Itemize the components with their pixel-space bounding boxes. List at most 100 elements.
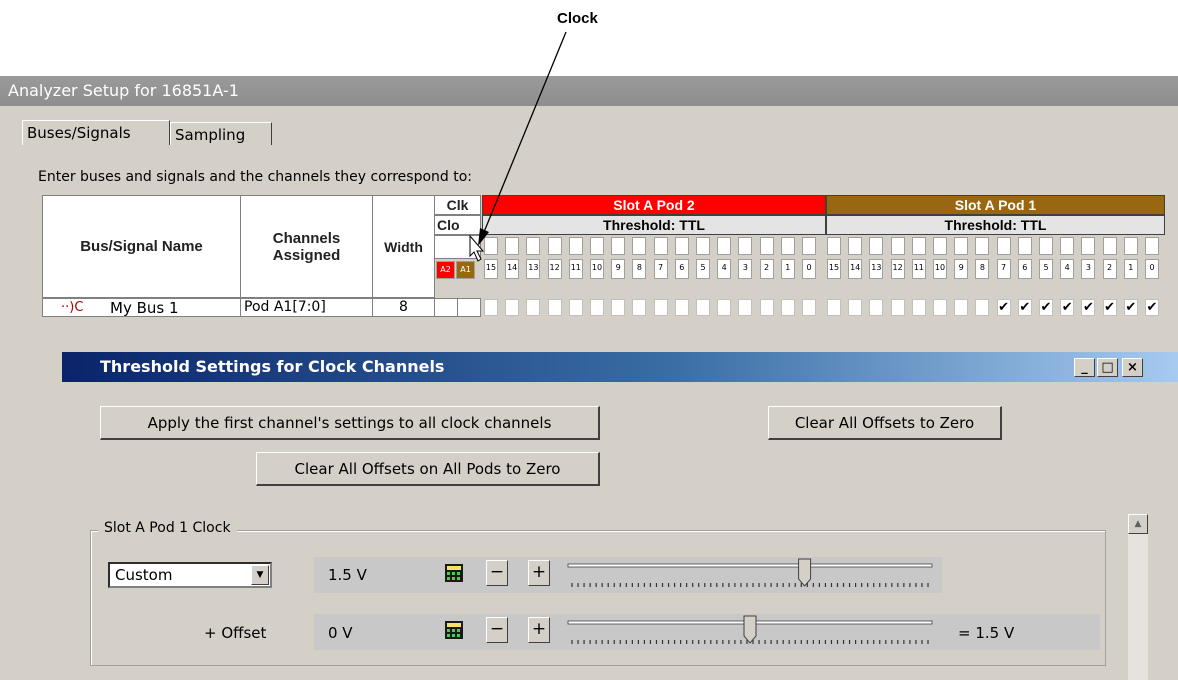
row-clk-a2[interactable]	[434, 298, 458, 317]
pod2-channel-checkbox[interactable]	[674, 299, 689, 316]
pod2-channel-blank	[653, 237, 668, 255]
clear-offsets-button[interactable]: Clear All Offsets to Zero	[768, 406, 1002, 440]
threshold-increment-button[interactable]: +	[528, 560, 550, 586]
pod1-channel-checkbox[interactable]	[827, 299, 841, 316]
pod2-channel-number: 9	[611, 259, 626, 279]
pod2-channel-blank	[738, 237, 753, 255]
row-bus-name-cell[interactable]: ··)C My Bus 1	[42, 298, 241, 317]
pod1-channel-checkbox[interactable]: ✔	[1102, 299, 1117, 316]
pod1-channel-checkbox[interactable]	[869, 299, 884, 316]
threshold-decrement-button[interactable]: −	[486, 560, 508, 586]
close-icon[interactable]: ×	[1122, 358, 1143, 377]
pod1-channel-checkbox[interactable]: ✔	[1145, 299, 1159, 316]
offset-increment-button[interactable]: +	[528, 617, 550, 643]
pod1-channel-blank	[827, 237, 841, 255]
pod1-channel-checkbox[interactable]	[848, 299, 863, 316]
pod1-channel-blank	[848, 237, 863, 255]
minimize-icon[interactable]: _	[1074, 358, 1095, 377]
pod1-channel-number: 5	[1039, 259, 1053, 279]
pod1-channel-checkbox[interactable]: ✔	[1081, 299, 1096, 316]
threshold-slider[interactable]	[562, 557, 938, 591]
pod1-channel-checkbox[interactable]: ✔	[1017, 299, 1032, 316]
pod1-channel-checkbox[interactable]	[911, 299, 926, 316]
row-clk-a1[interactable]	[457, 298, 481, 317]
pod1-channel-number: 10	[933, 259, 947, 279]
pod2-channel-checkbox[interactable]	[611, 299, 626, 316]
pod2-channel-checkbox[interactable]	[484, 299, 498, 316]
scroll-up-arrow-icon[interactable]: ▲	[1128, 514, 1148, 534]
callout-clock-label: Clock	[557, 10, 598, 27]
offset-calculator-icon[interactable]	[444, 620, 464, 640]
clk-label-a2: A2	[436, 261, 455, 279]
chevron-down-icon[interactable]: ▼	[251, 565, 269, 585]
clear-all-pods-offsets-button[interactable]: Clear All Offsets on All Pods to Zero	[256, 452, 600, 486]
pod1-channel-number: 15	[827, 259, 841, 279]
pod1-channel-blank	[1123, 237, 1138, 255]
pod1-channel-checkbox[interactable]	[890, 299, 905, 316]
pod2-channel-checkbox[interactable]	[759, 299, 774, 316]
threshold-preset-select[interactable]: Custom ▼	[108, 562, 272, 588]
pod2-channel-blank	[632, 237, 647, 255]
pod1-channel-blank	[890, 237, 905, 255]
tab-buses-signals[interactable]: Buses/Signals	[22, 120, 170, 145]
pod2-channel-checkbox[interactable]	[526, 299, 541, 316]
offset-slider[interactable]	[562, 614, 938, 648]
pod2-threshold[interactable]: Threshold: TTL	[482, 215, 826, 235]
header-width[interactable]: Width	[372, 195, 435, 298]
pod2-title-bar[interactable]: Slot A Pod 2	[482, 195, 826, 215]
bus-icon: ··)C	[61, 300, 84, 315]
offset-decrement-button[interactable]: −	[486, 617, 508, 643]
pod2-channel-checkbox[interactable]	[717, 299, 732, 316]
pod1-channel-checkbox[interactable]	[954, 299, 969, 316]
pod2-channel-number: 6	[674, 259, 689, 279]
slider-thumb[interactable]	[798, 558, 812, 587]
header-bus-signal-name[interactable]: Bus/Signal Name	[42, 195, 241, 298]
header-clk: Clk	[434, 195, 481, 215]
scrollbar-track[interactable]	[1128, 534, 1148, 680]
pod1-channel-checkbox[interactable]: ✔	[1123, 299, 1138, 316]
result-value: = 1.5 V	[958, 624, 1015, 642]
pod2-channel-blank	[505, 237, 520, 255]
pod2-channel-checkbox[interactable]	[802, 299, 816, 316]
threshold-value: 1.5 V	[328, 566, 367, 584]
pod2-channel-checkbox[interactable]	[505, 299, 520, 316]
pod2-channel-checkbox[interactable]	[632, 299, 647, 316]
slider-thumb[interactable]	[743, 615, 757, 644]
tab-sampling[interactable]: Sampling	[170, 122, 272, 145]
pod1-channel-checkbox[interactable]	[933, 299, 947, 316]
pod2-channel-number: 10	[590, 259, 604, 279]
pod2-channel-blank	[547, 237, 562, 255]
pod2-channel-number: 2	[759, 259, 774, 279]
pod1-channel-blank	[1017, 237, 1032, 255]
pod1-channel-blank	[975, 237, 990, 255]
pod1-channel-number: 7	[996, 259, 1011, 279]
pod2-channel-blank	[590, 237, 604, 255]
pod1-title-bar[interactable]: Slot A Pod 1	[826, 195, 1165, 215]
pod2-channel-checkbox[interactable]	[696, 299, 710, 316]
slider-track	[567, 563, 933, 568]
header-channels-assigned[interactable]: Channels Assigned	[240, 195, 373, 298]
row-width[interactable]: 8	[372, 298, 435, 317]
pod1-channel-checkbox[interactable]	[975, 299, 990, 316]
pod2-channel-blank	[696, 237, 710, 255]
maximize-icon[interactable]: □	[1097, 358, 1118, 377]
pod2-channel-checkbox[interactable]	[653, 299, 668, 316]
pod2-channel-checkbox[interactable]	[780, 299, 795, 316]
pod2-channel-number: 3	[738, 259, 753, 279]
pod1-channel-checkbox[interactable]: ✔	[996, 299, 1011, 316]
calculator-icon[interactable]	[444, 563, 464, 583]
pod2-channel-blank	[759, 237, 774, 255]
pod1-channel-checkbox[interactable]: ✔	[1039, 299, 1053, 316]
pod2-channel-blank	[802, 237, 816, 255]
clk-label-a1: A1	[456, 261, 475, 279]
pod2-channel-checkbox[interactable]	[547, 299, 562, 316]
pod1-channel-blank	[1145, 237, 1159, 255]
apply-first-channel-button[interactable]: Apply the first channel's settings to al…	[100, 406, 600, 440]
pod1-channel-checkbox[interactable]: ✔	[1060, 299, 1075, 316]
pod2-channel-checkbox[interactable]	[738, 299, 753, 316]
pod2-channel-checkbox[interactable]	[568, 299, 583, 316]
row-channels[interactable]: Pod A1[7:0]	[240, 298, 373, 317]
pod1-threshold[interactable]: Threshold: TTL	[826, 215, 1165, 235]
clk-spacer	[434, 235, 481, 259]
pod2-channel-checkbox[interactable]	[590, 299, 604, 316]
